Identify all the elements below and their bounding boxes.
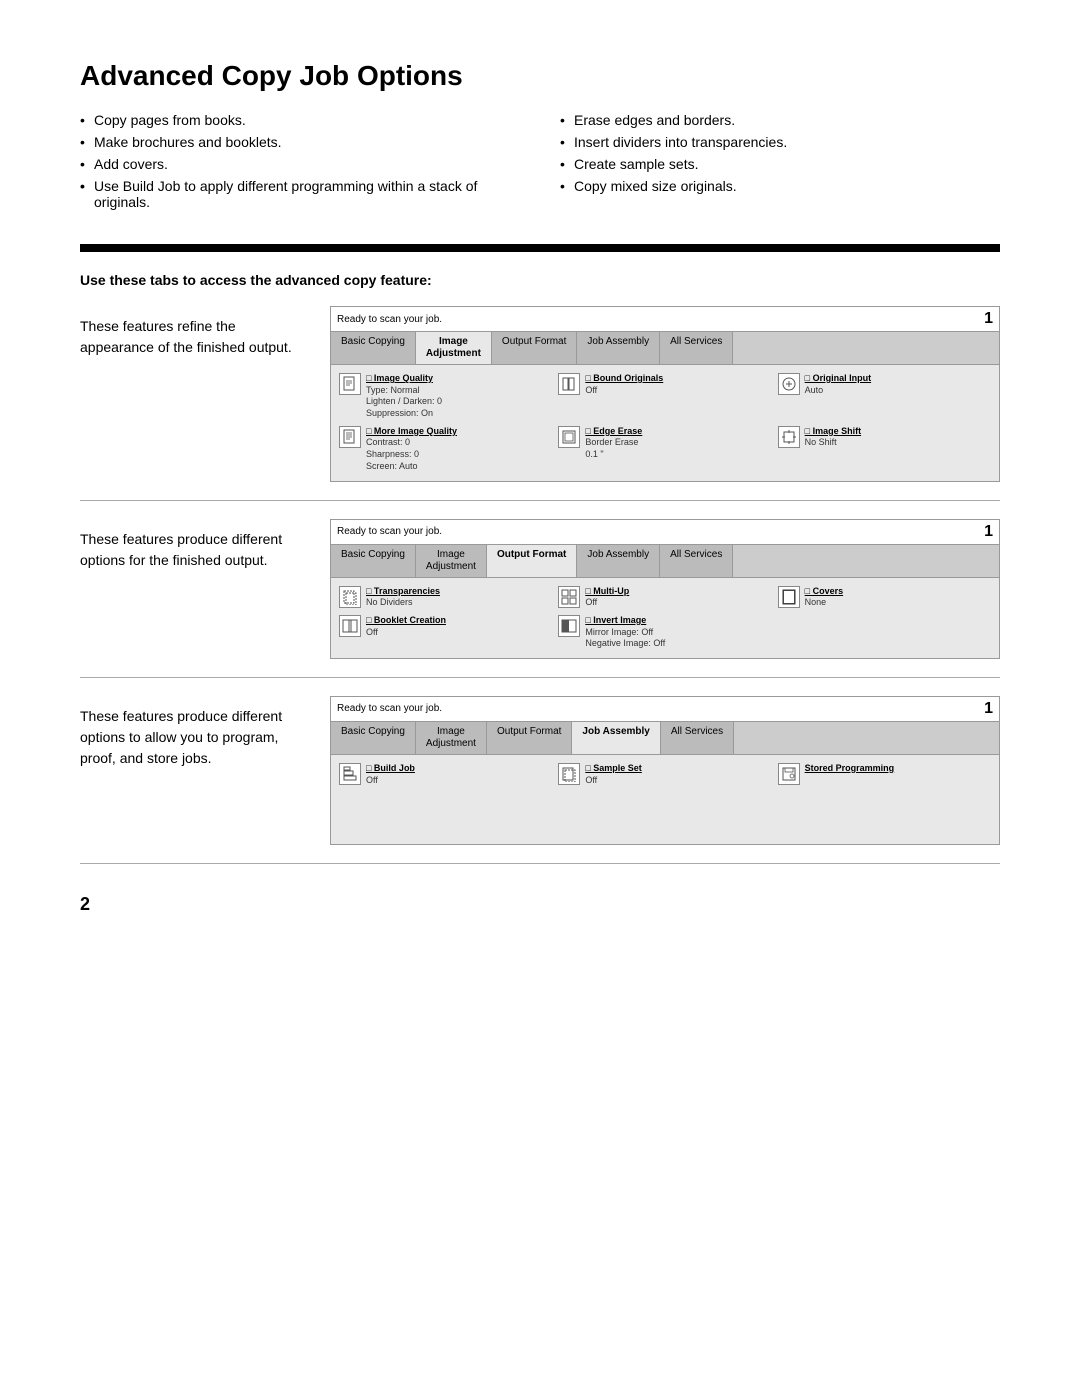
- tab-job-assembly-1[interactable]: Job Assembly: [577, 332, 660, 364]
- tab-basic-copying-1[interactable]: Basic Copying: [331, 332, 416, 364]
- stored-programming-icon: [778, 763, 800, 785]
- image-quality-icon: [339, 373, 361, 395]
- tab-basic-copying-2[interactable]: Basic Copying: [331, 545, 416, 577]
- tab-image-adjustment-1[interactable]: ImageAdjustment: [416, 332, 492, 364]
- ui-panel-3: Ready to scan your job. 1 Basic Copying …: [330, 696, 1000, 845]
- covers-icon: [778, 586, 800, 608]
- feature-text-2: These features produce different options…: [80, 519, 300, 571]
- feature-stored-programming: Stored Programming: [778, 763, 991, 786]
- feature-row-3: These features produce different options…: [80, 696, 1000, 864]
- invert-image-icon: [558, 615, 580, 637]
- section-heading: Use these tabs to access the advanced co…: [80, 272, 1000, 288]
- panel-content-1: □ Image Quality Type: NormalLighten / Da…: [331, 365, 999, 481]
- feature-row-1: These features refine the appearance of …: [80, 306, 1000, 501]
- tab-output-format-1[interactable]: Output Format: [492, 332, 577, 364]
- multi-up-text: □ Multi-Up Off: [585, 586, 629, 609]
- feature-booklet-creation: □ Booklet Creation Off: [339, 615, 552, 650]
- bound-originals-text: □ Bound Originals Off: [585, 373, 663, 396]
- page-number: 2: [80, 894, 1000, 915]
- feature-build-job: □ Build Job Off: [339, 763, 552, 786]
- ui-panel-2: Ready to scan your job. 1 Basic Copying …: [330, 519, 1000, 659]
- feature-more-image-quality: □ More Image Quality Contrast: 0Sharpnes…: [339, 426, 552, 473]
- panel-number-2: 1: [984, 523, 993, 541]
- feature-bound-originals: □ Bound Originals Off: [558, 373, 771, 420]
- panel-header-2: Ready to scan your job. 1: [331, 520, 999, 545]
- transparencies-text: □ Transparencies No Dividers: [366, 586, 440, 609]
- bullet-item: Create sample sets.: [560, 156, 1000, 172]
- more-image-quality-text: □ More Image Quality Contrast: 0Sharpnes…: [366, 426, 457, 473]
- transparencies-icon: [339, 586, 361, 608]
- original-input-icon: [778, 373, 800, 395]
- bullets-right: Erase edges and borders. Insert dividers…: [560, 112, 1000, 216]
- tab-image-adjustment-2[interactable]: ImageAdjustment: [416, 545, 487, 577]
- booklet-creation-icon: [339, 615, 361, 637]
- feature-original-input: □ Original Input Auto: [778, 373, 991, 420]
- page-title: Advanced Copy Job Options: [80, 60, 1000, 92]
- image-quality-text: □ Image Quality Type: NormalLighten / Da…: [366, 373, 442, 420]
- panel-content-2: □ Transparencies No Dividers □ Multi-Up …: [331, 578, 999, 658]
- tab-output-format-2[interactable]: Output Format: [487, 545, 577, 577]
- feature-multi-up: □ Multi-Up Off: [558, 586, 771, 609]
- bullet-item: Copy mixed size originals.: [560, 178, 1000, 194]
- panel-number-1: 1: [984, 310, 993, 328]
- tab-output-format-3[interactable]: Output Format: [487, 722, 572, 754]
- bullet-item: Copy pages from books.: [80, 112, 520, 128]
- panel-status-1: Ready to scan your job.: [337, 314, 442, 325]
- tab-all-services-1[interactable]: All Services: [660, 332, 733, 364]
- panel-header-3: Ready to scan your job. 1: [331, 697, 999, 722]
- panel-number-3: 1: [984, 700, 993, 718]
- tab-all-services-3[interactable]: All Services: [661, 722, 734, 754]
- edge-erase-icon: [558, 426, 580, 448]
- feature-transparencies: □ Transparencies No Dividers: [339, 586, 552, 609]
- feature-edge-erase: □ Edge Erase Border Erase0.1 ": [558, 426, 771, 473]
- panel-status-3: Ready to scan your job.: [337, 703, 442, 714]
- sample-set-text: □ Sample Set Off: [585, 763, 641, 786]
- feature-text-1: These features refine the appearance of …: [80, 306, 300, 358]
- booklet-creation-text: □ Booklet Creation Off: [366, 615, 446, 638]
- feature-text-3: These features produce different options…: [80, 696, 300, 769]
- bullets-section: Copy pages from books. Make brochures an…: [80, 112, 1000, 216]
- bullet-item: Add covers.: [80, 156, 520, 172]
- edge-erase-text: □ Edge Erase Border Erase0.1 ": [585, 426, 642, 461]
- image-shift-text: □ Image Shift No Shift: [805, 426, 861, 449]
- panel-status-2: Ready to scan your job.: [337, 526, 442, 537]
- bullet-item: Erase edges and borders.: [560, 112, 1000, 128]
- tab-job-assembly-3[interactable]: Job Assembly: [572, 722, 660, 754]
- panel-tabs-2: Basic Copying ImageAdjustment Output For…: [331, 545, 999, 578]
- feature-image-quality: □ Image Quality Type: NormalLighten / Da…: [339, 373, 552, 420]
- tab-job-assembly-2[interactable]: Job Assembly: [577, 545, 660, 577]
- invert-image-text: □ Invert Image Mirror Image: OffNegative…: [585, 615, 665, 650]
- bound-originals-icon: [558, 373, 580, 395]
- multi-up-icon: [558, 586, 580, 608]
- tab-image-adjustment-3[interactable]: ImageAdjustment: [416, 722, 487, 754]
- sample-set-icon: [558, 763, 580, 785]
- build-job-text: □ Build Job Off: [366, 763, 415, 786]
- tab-basic-copying-3[interactable]: Basic Copying: [331, 722, 416, 754]
- tab-all-services-2[interactable]: All Services: [660, 545, 733, 577]
- feature-image-shift: □ Image Shift No Shift: [778, 426, 991, 473]
- feature-row-2: These features produce different options…: [80, 519, 1000, 678]
- image-shift-icon: [778, 426, 800, 448]
- feature-invert-image: □ Invert Image Mirror Image: OffNegative…: [558, 615, 771, 650]
- feature-sample-set: □ Sample Set Off: [558, 763, 771, 786]
- panel-tabs-3: Basic Copying ImageAdjustment Output For…: [331, 722, 999, 755]
- divider-bar: [80, 244, 1000, 252]
- bullets-left: Copy pages from books. Make brochures an…: [80, 112, 520, 216]
- more-image-quality-icon: [339, 426, 361, 448]
- original-input-text: □ Original Input Auto: [805, 373, 871, 396]
- stored-programming-text: Stored Programming: [805, 763, 895, 775]
- bullet-item: Make brochures and booklets.: [80, 134, 520, 150]
- bullet-item: • Use Build Job to apply different progr…: [80, 178, 520, 210]
- build-job-icon: [339, 763, 361, 785]
- bullet-item: Insert dividers into transparencies.: [560, 134, 1000, 150]
- ui-panel-1: Ready to scan your job. 1 Basic Copying …: [330, 306, 1000, 482]
- panel-content-3: □ Build Job Off □ Sample Set Off Store: [331, 755, 999, 794]
- feature-covers: □ Covers None: [778, 586, 991, 609]
- covers-text: □ Covers None: [805, 586, 843, 609]
- panel-header-1: Ready to scan your job. 1: [331, 307, 999, 332]
- panel-tabs-1: Basic Copying ImageAdjustment Output For…: [331, 332, 999, 365]
